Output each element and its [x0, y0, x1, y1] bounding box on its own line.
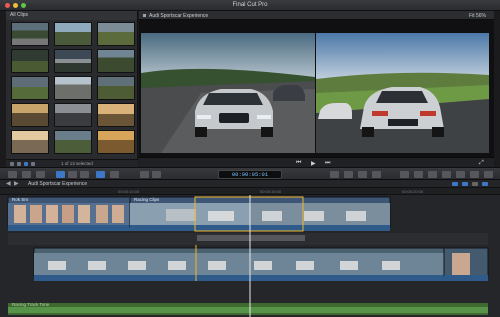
timeline-project-name: Audi Sportscar Experience: [28, 181, 88, 187]
overwrite-clip-button[interactable]: [96, 171, 105, 178]
insert-clip-button[interactable]: [68, 171, 77, 178]
ruler-label: 00:00:10:00: [118, 189, 140, 194]
audio-skimming-icon[interactable]: [462, 182, 468, 186]
clip-thumbnail[interactable]: [97, 130, 135, 154]
viewer: Audi Sportscar Experience Fit 56% ⏮ ▶ ⏭ …: [139, 11, 494, 167]
effects-button[interactable]: [400, 171, 409, 178]
transitions-button[interactable]: [470, 171, 479, 178]
play-from-start-icon[interactable]: ⏮: [296, 160, 301, 167]
retime-button[interactable]: [358, 171, 367, 178]
clip-thumbnail[interactable]: [97, 22, 135, 46]
browser-header: All Clips: [6, 11, 137, 20]
clip-thumbnail[interactable]: [97, 103, 135, 127]
viewer-frame-left: [141, 33, 315, 153]
timeline-header: ◀ ▶ Audi Sportscar Experience: [0, 180, 500, 188]
list-view-icon[interactable]: [17, 162, 21, 166]
trim-tool[interactable]: [152, 171, 161, 178]
timeline[interactable]: Rok Sm Racing Clips Racing Track Tone: [0, 195, 500, 317]
import-button[interactable]: [8, 171, 17, 178]
clip-thumbnail[interactable]: [11, 130, 49, 154]
main-toolbar: 00:00:05:01: [0, 167, 500, 180]
clip-thumbnail[interactable]: [11, 76, 49, 100]
filmstrip-view-icon[interactable]: [10, 162, 14, 166]
audio-browser-button[interactable]: [484, 171, 493, 178]
settings-icon[interactable]: [31, 162, 35, 166]
ruler-label: 00:00:15:00: [260, 189, 282, 194]
connected-selection-bar[interactable]: [197, 235, 305, 241]
connect-clip-button[interactable]: [80, 171, 89, 178]
primary-clip[interactable]: [7, 196, 131, 231]
clip-thumbnail-grid: [11, 22, 135, 154]
clip-appearance-icon[interactable]: [24, 162, 28, 166]
keyword-button[interactable]: [22, 171, 31, 178]
viewer-title: Audi Sportscar Experience: [149, 13, 209, 19]
play-button[interactable]: ▶: [311, 160, 316, 167]
clip-label: Racing Clips: [134, 197, 160, 202]
snapping-icon[interactable]: [482, 182, 488, 186]
music-waveform: [8, 307, 488, 313]
clip-thumbnail[interactable]: [54, 22, 92, 46]
ruler-label: 00:00:20:00: [402, 189, 424, 194]
viewer-zoom[interactable]: Fit 56%: [469, 13, 486, 19]
event-browser: All Clips 1 of 13 selected: [6, 11, 138, 167]
forward-arrow-icon[interactable]: ▶: [14, 180, 19, 187]
back-arrow-icon[interactable]: ◀: [6, 180, 11, 187]
zoom-percent: 56%: [475, 13, 486, 19]
viewer-header: Audi Sportscar Experience Fit 56%: [139, 11, 494, 20]
themes-button[interactable]: [456, 171, 465, 178]
analyze-button[interactable]: [36, 171, 45, 178]
viewer-menu-icon[interactable]: [143, 14, 146, 17]
clip-thumbnail[interactable]: [54, 130, 92, 154]
solo-icon[interactable]: [472, 182, 478, 186]
clip-thumbnail[interactable]: [54, 76, 92, 100]
photos-button[interactable]: [414, 171, 423, 178]
clip-thumbnail[interactable]: [97, 49, 135, 73]
clip-thumbnail[interactable]: [11, 49, 49, 73]
append-clip-button[interactable]: [56, 171, 65, 178]
clip-thumbnail[interactable]: [11, 22, 49, 46]
color-board-button[interactable]: [330, 171, 339, 178]
playback-controls: ⏮ ▶ ⏭ ⤢: [139, 157, 494, 167]
timeline-graphics: [7, 195, 489, 317]
inspector-button[interactable]: [372, 171, 381, 178]
music-label: Racing Track Tone: [12, 302, 50, 307]
zoom-mode: Fit: [469, 13, 475, 19]
clip-label: Rok Sm: [12, 197, 29, 202]
select-tool[interactable]: [140, 171, 149, 178]
secondary-clip[interactable]: [33, 247, 445, 281]
browser-footer: 1 of 13 selected: [6, 159, 138, 167]
skip-forward-icon[interactable]: ⏭: [325, 160, 330, 167]
interview-clip[interactable]: [443, 247, 489, 281]
clip-thumbnail[interactable]: [11, 103, 49, 127]
video-audio-menu[interactable]: [110, 171, 119, 178]
timeline-ruler[interactable]: 00:00:10:00 00:00:15:00 00:00:20:00: [0, 188, 500, 195]
enhance-button[interactable]: [344, 171, 353, 178]
timecode-display[interactable]: 00:00:05:01: [218, 170, 282, 179]
viewer-frame-right: [316, 33, 489, 153]
skimming-toggle-icon[interactable]: [452, 182, 458, 186]
clip-thumbnail[interactable]: [54, 49, 92, 73]
titles-button[interactable]: [428, 171, 437, 178]
title-bar: Final Cut Pro: [0, 0, 500, 11]
primary-clip[interactable]: [249, 196, 391, 231]
primary-clip[interactable]: [129, 196, 251, 231]
generators-button[interactable]: [442, 171, 451, 178]
fullscreen-icon[interactable]: ⤢: [479, 160, 484, 167]
clip-thumbnail[interactable]: [54, 103, 92, 127]
clip-thumbnail[interactable]: [97, 76, 135, 100]
window-title: Final Cut Pro: [232, 2, 268, 8]
